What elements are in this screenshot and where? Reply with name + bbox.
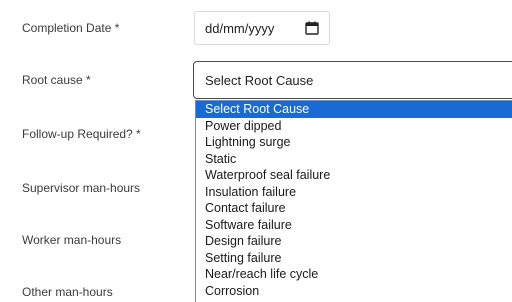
- root-cause-dropdown-list[interactable]: Select Root Cause Power dipped Lightning s…: [195, 100, 512, 302]
- root-cause-label: Root cause *: [22, 73, 91, 87]
- completion-date-value: dd/mm/yyyy: [205, 20, 275, 36]
- root-cause-option[interactable]: Corrosion: [196, 283, 512, 300]
- root-cause-option[interactable]: Near/reach life cycle: [196, 266, 512, 283]
- root-cause-selected-value: Select Root Cause: [205, 72, 314, 88]
- root-cause-select[interactable]: Select Root Cause: [193, 61, 512, 99]
- root-cause-option[interactable]: Lightning surge: [196, 134, 512, 151]
- work-order-form: Completion Date * dd/mm/yyyy Root cause …: [0, 0, 512, 302]
- root-cause-option[interactable]: Software failure: [196, 217, 512, 234]
- completion-date-input[interactable]: dd/mm/yyyy: [194, 11, 330, 45]
- root-cause-option[interactable]: Waterproof seal failure: [196, 167, 512, 184]
- root-cause-option[interactable]: Power dipped: [196, 118, 512, 135]
- root-cause-option[interactable]: Static: [196, 151, 512, 168]
- calendar-icon[interactable]: [305, 21, 319, 35]
- supervisor-hours-label: Supervisor man-hours: [22, 181, 141, 195]
- root-cause-option[interactable]: Select Root Cause: [196, 101, 512, 118]
- other-hours-label: Other man-hours: [22, 285, 113, 299]
- root-cause-option[interactable]: Insulation failure: [196, 184, 512, 201]
- worker-hours-label: Worker man-hours: [22, 233, 122, 247]
- follow-up-label: Follow-up Required? *: [22, 127, 141, 141]
- root-cause-option[interactable]: Setting failure: [196, 250, 512, 267]
- root-cause-option[interactable]: Contact failure: [196, 200, 512, 217]
- completion-date-label: Completion Date *: [22, 21, 120, 35]
- root-cause-option[interactable]: Design failure: [196, 233, 512, 250]
